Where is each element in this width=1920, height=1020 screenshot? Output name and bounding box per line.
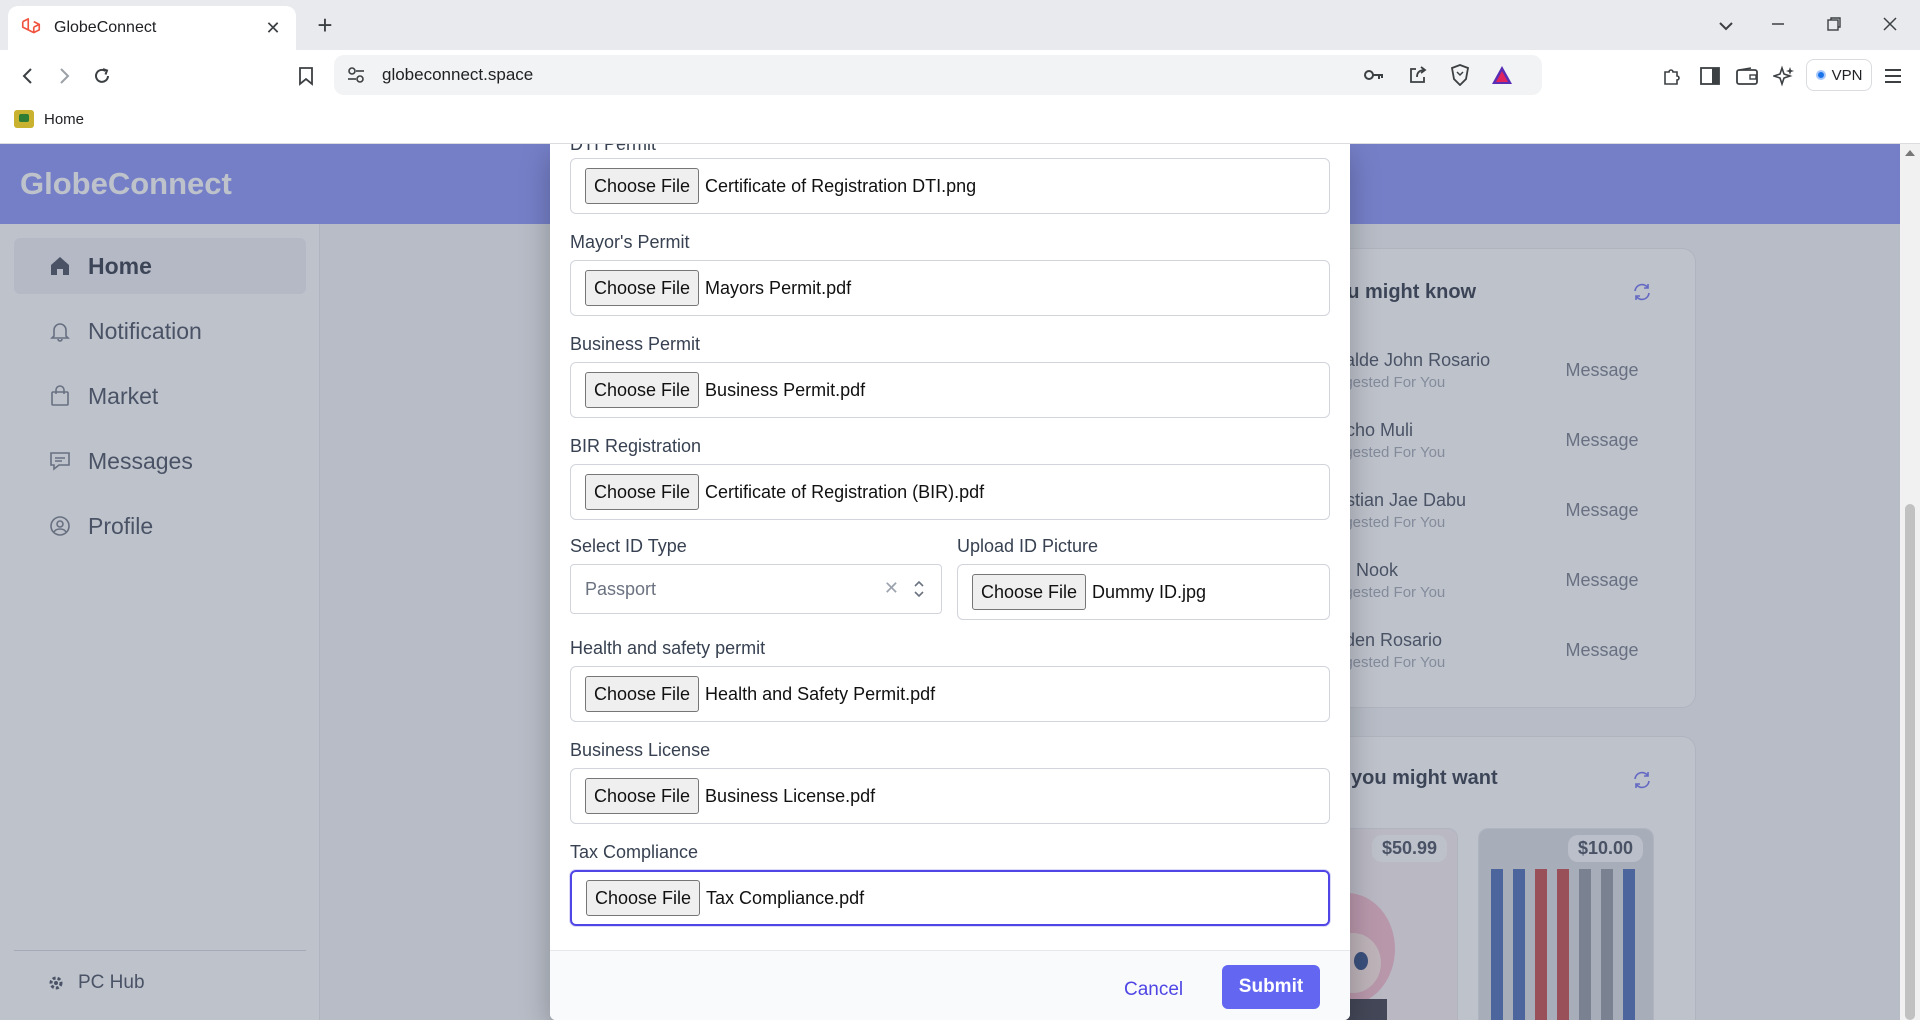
business-permit-file-input[interactable]: Choose File Business Permit.pdf [570, 362, 1330, 418]
selected-file-name: Mayors Permit.pdf [705, 277, 852, 298]
laravel-favicon-icon [21, 18, 41, 34]
browser-toolbar: globeconnect.space VPN [0, 50, 1920, 100]
business-license-file-input[interactable]: Choose File Business License.pdf [570, 768, 1330, 824]
vpn-status-dot [1815, 70, 1826, 80]
bir-registration-label: BIR Registration [570, 436, 702, 456]
page-scrollbar[interactable] [1900, 144, 1920, 1020]
browser-tab[interactable]: GlobeConnect ✕ [8, 6, 296, 50]
url-text: globeconnect.space [382, 65, 534, 84]
selected-file-name: Tax Compliance.pdf [706, 887, 865, 908]
choose-file-button[interactable]: Choose File [585, 676, 700, 712]
selected-file-name: Certificate of Registration DTI.png [705, 175, 977, 196]
choose-file-button[interactable]: Choose File [972, 574, 1087, 610]
menu-icon[interactable] [1880, 63, 1906, 89]
choose-file-button[interactable]: Choose File [586, 880, 701, 916]
business-license-label: Business License [570, 740, 711, 760]
wallet-icon[interactable] [1734, 63, 1760, 89]
browser-tab-bar: GlobeConnect ✕ + [0, 0, 1920, 50]
bir-registration-file-input[interactable]: Choose File Certificate of Registration … [570, 464, 1330, 520]
choose-file-button[interactable]: Choose File [585, 270, 700, 306]
scrollbar-thumb[interactable] [1905, 504, 1915, 1020]
choose-file-button[interactable]: Choose File [585, 168, 700, 204]
cancel-button[interactable]: Cancel [1124, 979, 1183, 1001]
share-icon[interactable] [1406, 64, 1430, 86]
health-safety-permit-label: Health and safety permit [570, 638, 766, 658]
selected-file-name: Business Permit.pdf [705, 379, 866, 400]
bookmark-home-label: Home [44, 110, 85, 128]
selected-file-name: Health and Safety Permit.pdf [705, 683, 936, 704]
selected-file-name: Business License.pdf [705, 785, 876, 806]
bookmark-home[interactable]: Home [14, 110, 84, 128]
restore-icon[interactable] [1820, 12, 1848, 38]
leo-ai-icon[interactable] [1771, 63, 1797, 89]
page-content: GlobeConnect Home Notification Market Me… [0, 144, 1900, 1020]
tab-close-icon[interactable]: ✕ [262, 18, 284, 39]
bookmarks-bar: Home [0, 100, 1920, 144]
reload-icon[interactable] [88, 63, 116, 89]
vpn-button[interactable]: VPN [1806, 59, 1872, 91]
health-safety-permit-file-input[interactable]: Choose File Health and Safety Permit.pdf [570, 666, 1330, 722]
address-bar[interactable]: globeconnect.space [334, 55, 1542, 95]
brave-shield-icon[interactable] [1448, 64, 1472, 86]
business-documents-modal: DTI Permit Choose File Certificate of Re… [550, 144, 1350, 1020]
scroll-up-arrow-icon[interactable] [1905, 150, 1915, 156]
new-tab-button[interactable]: + [310, 10, 340, 40]
selected-file-name: Dummy ID.jpg [1092, 581, 1207, 602]
mayors-permit-file-input[interactable]: Choose File Mayors Permit.pdf [570, 260, 1330, 316]
upload-id-picture-label: Upload ID Picture [957, 536, 1099, 556]
id-type-value: Passport [585, 578, 657, 599]
modal-footer: Cancel Submit [550, 950, 1350, 1020]
select-id-type-label: Select ID Type [570, 536, 687, 556]
clear-selection-icon[interactable]: ✕ [884, 578, 899, 599]
extensions-icon[interactable] [1659, 63, 1685, 89]
choose-file-button[interactable]: Choose File [585, 778, 700, 814]
tab-title: GlobeConnect [54, 19, 157, 36]
mayors-permit-label: Mayor's Permit [570, 232, 690, 252]
submit-button[interactable]: Submit [1222, 965, 1320, 1009]
tab-search-icon[interactable] [1712, 12, 1740, 38]
key-icon[interactable] [1362, 64, 1386, 86]
dti-permit-label: DTI Permit [570, 144, 657, 154]
choose-file-button[interactable]: Choose File [585, 474, 700, 510]
tax-compliance-label: Tax Compliance [570, 842, 699, 862]
back-icon[interactable] [14, 63, 42, 89]
brave-rewards-icon[interactable] [1490, 64, 1514, 86]
forward-icon[interactable] [50, 63, 78, 89]
id-type-select[interactable]: Passport ✕ [570, 564, 942, 614]
selected-file-name: Certificate of Registration (BIR).pdf [705, 481, 985, 502]
dti-permit-file-input[interactable]: Choose File Certificate of Registration … [570, 158, 1330, 214]
choose-file-button[interactable]: Choose File [585, 372, 700, 408]
vpn-label: VPN [1831, 66, 1863, 84]
minimize-icon[interactable] [1764, 12, 1792, 38]
upload-id-picture-file-input[interactable]: Choose File Dummy ID.jpg [957, 564, 1330, 620]
site-settings-icon[interactable] [346, 65, 366, 85]
bookmark-folder-icon [14, 110, 34, 128]
sidebar-toggle-icon[interactable] [1697, 63, 1723, 89]
business-permit-label: Business Permit [570, 334, 701, 354]
close-window-icon[interactable] [1876, 12, 1904, 38]
select-arrows-icon[interactable] [913, 577, 925, 601]
bookmark-icon[interactable] [292, 63, 320, 89]
tax-compliance-file-input[interactable]: Choose File Tax Compliance.pdf [570, 870, 1330, 926]
